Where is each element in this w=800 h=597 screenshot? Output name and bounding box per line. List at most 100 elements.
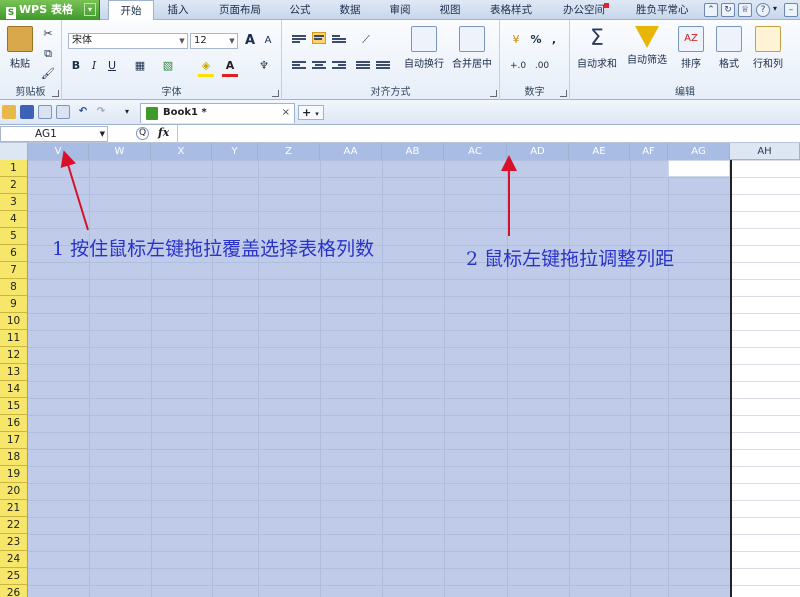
font-launcher-icon[interactable] <box>272 90 279 97</box>
row-header-12[interactable]: 12 <box>0 347 28 364</box>
borders-icon[interactable]: ▦ <box>132 58 148 74</box>
align-center-icon[interactable] <box>312 60 326 72</box>
column-header-ad[interactable]: AD <box>507 143 569 160</box>
row-header-20[interactable]: 20 <box>0 483 28 500</box>
decrease-decimal-icon[interactable]: .00 <box>534 58 550 74</box>
row-header-17[interactable]: 17 <box>0 432 28 449</box>
column-header-ab[interactable]: AB <box>382 143 444 160</box>
align-left-icon[interactable] <box>292 60 306 72</box>
refresh-icon[interactable]: ↻ <box>721 3 735 17</box>
column-header-ag[interactable]: AG <box>668 143 730 160</box>
zoom-icon[interactable]: Q <box>136 127 149 140</box>
user-name[interactable]: 胜负平常心 <box>636 0 689 20</box>
clipboard-launcher-icon[interactable] <box>52 90 59 97</box>
number-launcher-icon[interactable] <box>560 90 567 97</box>
name-box-dropdown-icon[interactable]: ▼ <box>100 127 105 141</box>
redo-icon[interactable]: ↷ <box>94 105 108 119</box>
help-icon[interactable]: ? <box>756 3 770 17</box>
tab-review[interactable]: 审阅 <box>380 0 420 20</box>
skin-icon[interactable]: ♕ <box>738 3 752 17</box>
row-header-26[interactable]: 26 <box>0 585 28 597</box>
italic-button[interactable]: I <box>86 58 102 74</box>
close-tab-icon[interactable]: × <box>282 104 290 122</box>
row-header-1[interactable]: 1 <box>0 160 28 177</box>
row-header-9[interactable]: 9 <box>0 296 28 313</box>
bold-button[interactable]: B <box>68 58 84 74</box>
row-header-2[interactable]: 2 <box>0 177 28 194</box>
increase-decimal-icon[interactable]: +.0 <box>510 58 526 74</box>
column-ah-cells[interactable] <box>730 160 800 597</box>
tab-home[interactable]: 开始 <box>108 0 154 21</box>
column-header-aa[interactable]: AA <box>320 143 382 160</box>
fill-color-icon[interactable]: ◈ <box>198 58 214 74</box>
comma-button[interactable]: , <box>546 32 562 48</box>
name-box[interactable]: AG1 ▼ <box>0 126 108 142</box>
row-header-14[interactable]: 14 <box>0 381 28 398</box>
formula-input[interactable] <box>180 125 800 143</box>
row-header-23[interactable]: 23 <box>0 534 28 551</box>
row-header-13[interactable]: 13 <box>0 364 28 381</box>
currency-format-icon[interactable]: ¥ <box>508 32 524 48</box>
document-tab[interactable]: Book1 * × <box>140 103 295 123</box>
minimize-ribbon-icon[interactable]: – <box>784 3 798 17</box>
collapse-ribbon-icon[interactable]: ⌃ <box>704 3 718 17</box>
undo-icon[interactable]: ↶ <box>76 105 90 119</box>
align-bottom-icon[interactable] <box>332 34 346 46</box>
tab-data[interactable]: 数据 <box>330 0 370 20</box>
new-tab-button[interactable]: + ▾ <box>298 105 324 120</box>
clear-format-icon[interactable]: ♆ <box>256 58 272 74</box>
cut-icon[interactable]: ✂ <box>40 26 56 42</box>
alignment-launcher-icon[interactable] <box>490 90 497 97</box>
fx-icon[interactable]: fx <box>158 126 169 139</box>
row-header-22[interactable]: 22 <box>0 517 28 534</box>
underline-button[interactable]: U <box>104 58 120 74</box>
row-header-15[interactable]: 15 <box>0 398 28 415</box>
row-header-16[interactable]: 16 <box>0 415 28 432</box>
percent-button[interactable]: % <box>528 32 544 48</box>
tab-view[interactable]: 视图 <box>430 0 470 20</box>
font-color-icon[interactable]: A <box>222 58 238 74</box>
row-header-5[interactable]: 5 <box>0 228 28 245</box>
open-icon[interactable] <box>2 105 16 119</box>
column-header-x[interactable]: X <box>151 143 212 160</box>
format-button[interactable]: 格式 <box>714 26 744 70</box>
rows-columns-button[interactable]: 行和列 <box>750 26 786 70</box>
tab-formulas[interactable]: 公式 <box>280 0 320 20</box>
merge-center-button[interactable]: 合并居中 <box>450 26 494 70</box>
align-middle-icon[interactable] <box>312 32 326 44</box>
row-header-25[interactable]: 25 <box>0 568 28 585</box>
autofilter-button[interactable]: 自动筛选 <box>624 26 670 66</box>
fill-pattern-icon[interactable]: ▧ <box>160 58 176 74</box>
column-header-af[interactable]: AF <box>630 143 668 160</box>
row-header-8[interactable]: 8 <box>0 279 28 296</box>
column-header-ae[interactable]: AE <box>569 143 630 160</box>
row-header-10[interactable]: 10 <box>0 313 28 330</box>
select-all-corner[interactable] <box>0 143 28 160</box>
column-header-ah[interactable]: AH <box>730 143 800 160</box>
align-right-icon[interactable] <box>332 60 346 72</box>
format-painter-icon[interactable]: 🖌 <box>40 66 56 82</box>
paste-button[interactable]: 粘贴 <box>4 26 36 70</box>
align-top-icon[interactable] <box>292 34 306 46</box>
row-header-6[interactable]: 6 <box>0 245 28 262</box>
row-header-21[interactable]: 21 <box>0 500 28 517</box>
sort-button[interactable]: AZ 排序 <box>674 26 708 70</box>
tab-insert[interactable]: 插入 <box>158 0 198 20</box>
column-header-ac[interactable]: AC <box>444 143 507 160</box>
column-header-v[interactable]: V <box>28 143 89 160</box>
save-icon[interactable] <box>20 105 34 119</box>
shrink-font-button[interactable]: A <box>260 33 276 49</box>
help-dropdown-icon[interactable]: ▾ <box>773 4 777 13</box>
wrap-text-button[interactable]: 自动换行 <box>402 26 446 70</box>
grow-font-button[interactable]: A <box>242 33 258 49</box>
customize-qat-icon[interactable]: ▾ <box>120 105 134 119</box>
tab-table-style[interactable]: 表格样式 <box>482 0 540 20</box>
row-header-11[interactable]: 11 <box>0 330 28 347</box>
row-header-19[interactable]: 19 <box>0 466 28 483</box>
font-name-combo[interactable]: 宋体 ▼ <box>68 33 188 49</box>
increase-indent-icon[interactable] <box>376 60 390 72</box>
row-header-3[interactable]: 3 <box>0 194 28 211</box>
column-header-z[interactable]: Z <box>258 143 320 160</box>
row-header-4[interactable]: 4 <box>0 211 28 228</box>
font-name-dropdown-icon[interactable]: ▼ <box>177 34 187 48</box>
